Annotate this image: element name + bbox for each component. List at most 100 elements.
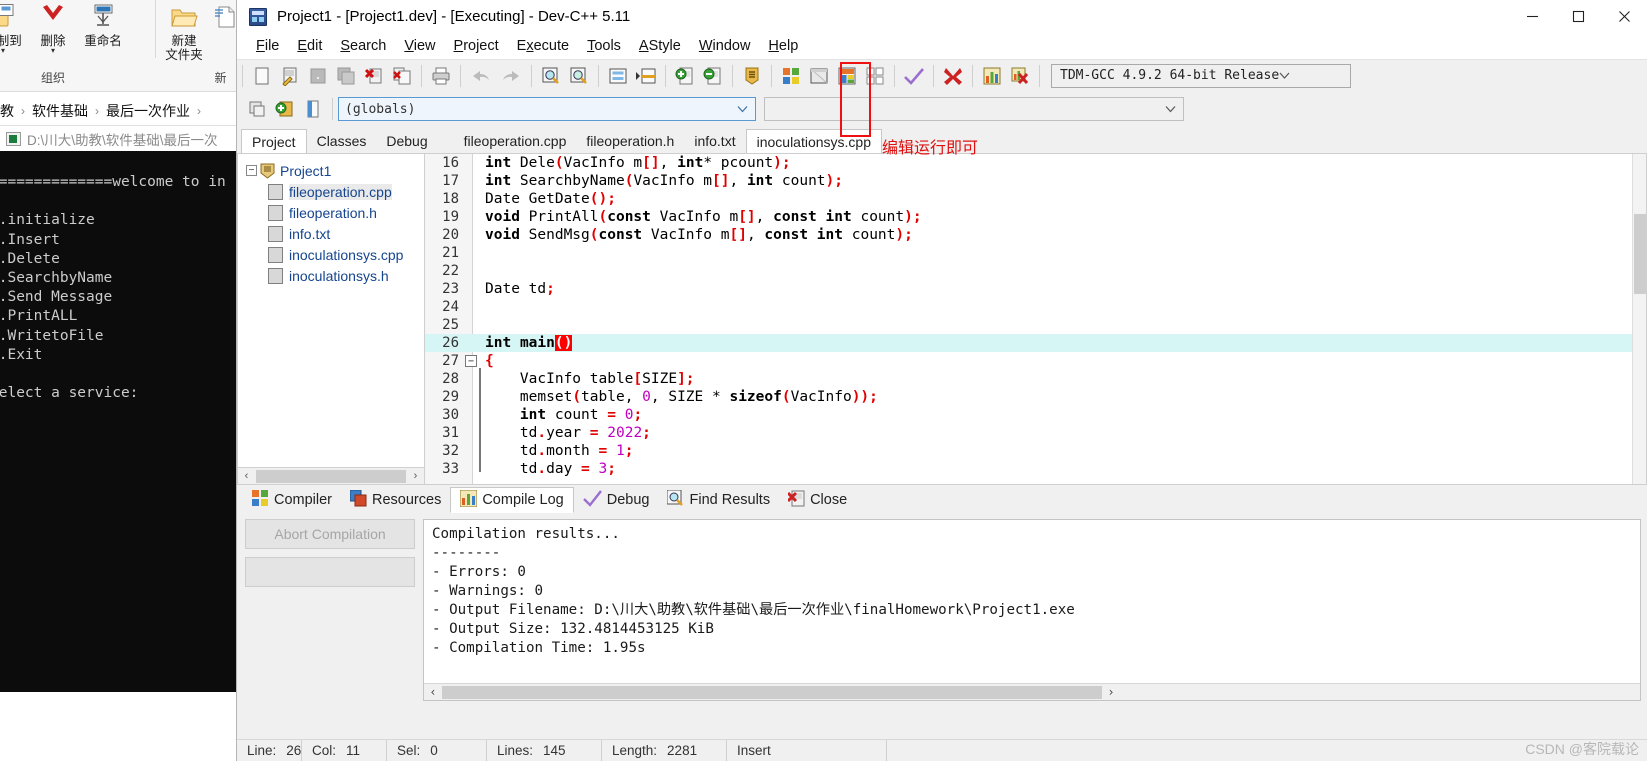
remove-from-project-icon[interactable]	[699, 63, 727, 89]
editor-tab-fileoperation-h[interactable]: fileoperation.h	[576, 129, 685, 153]
editor-tab-inoculationsys-cpp[interactable]: inoculationsys.cpp	[745, 129, 882, 153]
log-secondary-button[interactable]	[245, 557, 415, 587]
editor-code[interactable]: 16 int Dele(VacInfo m[], int* pcount); 17…	[425, 154, 1646, 484]
compiler-select[interactable]: TDM-GCC 4.9.2 64-bit Release	[1051, 63, 1351, 88]
scroll-left-arrow-icon[interactable]: ‹	[424, 683, 442, 701]
project-file-fileoperation-cpp[interactable]: fileoperation.cpp	[246, 181, 424, 202]
scroll-right-arrow-icon[interactable]: ›	[1102, 683, 1120, 701]
new-member-icon[interactable]	[271, 96, 299, 122]
replace-icon[interactable]	[565, 63, 593, 89]
open-file-icon[interactable]	[276, 63, 304, 89]
member-select[interactable]	[764, 97, 1184, 121]
project-root-node[interactable]: − Project1	[246, 160, 424, 181]
delete-button[interactable]: 删除 ▾	[28, 0, 78, 55]
project-file-inoculationsys-h[interactable]: inoculationsys.h	[246, 265, 424, 286]
devcpp-titlebar[interactable]: Project1 - [Project1.dev] - [Executing] …	[237, 0, 1647, 33]
stop-execution-icon[interactable]	[939, 63, 967, 89]
new-item-button[interactable]	[209, 0, 236, 34]
rebuild-all-icon[interactable]	[861, 63, 889, 89]
print-icon[interactable]	[427, 63, 455, 89]
menu-edit[interactable]: Edit	[288, 36, 331, 56]
breadcrumb-item-0[interactable]: 教	[0, 101, 14, 121]
log-tab-debug[interactable]: Debug	[574, 487, 659, 513]
log-tab-compile-log[interactable]: Compile Log	[450, 487, 574, 513]
goto-function-icon[interactable]	[632, 63, 660, 89]
find-icon[interactable]	[537, 63, 565, 89]
chevron-down-icon[interactable]	[1279, 68, 1290, 83]
menu-view[interactable]: View	[395, 36, 444, 56]
breadcrumb[interactable]: 教 › 软件基础 › 最后一次作业 ›	[0, 96, 236, 126]
scrollbar-thumb[interactable]	[256, 469, 406, 483]
sidebar-tab-classes[interactable]: Classes	[306, 129, 377, 153]
goto-line-icon[interactable]	[604, 63, 632, 89]
delete-profile-icon[interactable]	[1006, 63, 1034, 89]
project-tree[interactable]: − Project1 fileoperation.cpp fileoperati…	[238, 154, 424, 286]
save-all-icon[interactable]	[332, 63, 360, 89]
add-to-project-icon[interactable]	[671, 63, 699, 89]
maximize-button[interactable]	[1555, 0, 1601, 33]
copy-to-button[interactable]: 复制到 ▾	[0, 0, 28, 55]
save-file-icon[interactable]	[304, 63, 332, 89]
project-options-icon[interactable]	[738, 63, 766, 89]
compile-icon[interactable]	[777, 63, 805, 89]
scroll-right-arrow-icon[interactable]: ›	[407, 470, 424, 482]
project-file-inoculationsys-cpp[interactable]: inoculationsys.cpp	[246, 244, 424, 265]
log-tab-close[interactable]: Close	[779, 487, 856, 513]
sidebar-tab-debug[interactable]: Debug	[376, 129, 438, 153]
menu-tools[interactable]: Tools	[578, 36, 630, 56]
fold-collapse-icon[interactable]: −	[465, 355, 477, 367]
new-file-icon[interactable]	[248, 63, 276, 89]
project-file-info-txt[interactable]: info.txt	[246, 223, 424, 244]
log-tabs[interactable]: Compiler Resources Compile Log Debug Fin…	[237, 485, 1647, 513]
chevron-down-icon[interactable]	[737, 102, 748, 117]
compile-and-run-icon[interactable]	[833, 63, 861, 89]
log-hscrollbar[interactable]: ‹ ›	[424, 683, 1640, 700]
compile-log-output[interactable]: Compilation results... -------- - Errors…	[423, 519, 1641, 701]
close-button[interactable]	[1601, 0, 1647, 33]
rename-button[interactable]: 重命名	[78, 0, 128, 48]
menu-file[interactable]: FFileile	[247, 36, 288, 56]
close-file-icon[interactable]	[360, 63, 388, 89]
scroll-left-arrow-icon[interactable]: ‹	[238, 470, 255, 482]
scrollbar-thumb[interactable]	[1634, 214, 1646, 294]
editor-tab-fileoperation-cpp[interactable]: fileoperation.cpp	[453, 129, 577, 153]
project-file-fileoperation-h[interactable]: fileoperation.h	[246, 202, 424, 223]
menu-search[interactable]: Search	[331, 36, 395, 56]
log-tab-find-results[interactable]: Find Results	[658, 487, 779, 513]
close-all-icon[interactable]	[388, 63, 416, 89]
menubar[interactable]: FFileile Edit Search View Project Execut…	[237, 33, 1647, 59]
breadcrumb-item-2[interactable]: 最后一次作业	[106, 101, 190, 121]
new-class-icon[interactable]	[243, 96, 271, 122]
main-toolbar[interactable]: TDM-GCC 4.9.2 64-bit Release	[237, 59, 1647, 91]
minimize-button[interactable]	[1509, 0, 1555, 33]
sidebar-tab-project[interactable]: Project	[241, 129, 307, 153]
project-panel[interactable]: − Project1 fileoperation.cpp fileoperati…	[237, 153, 425, 485]
redo-icon[interactable]	[496, 63, 526, 89]
menu-execute[interactable]: Execute	[508, 36, 578, 56]
scrollbar-thumb[interactable]	[442, 685, 1102, 699]
editor-vscrollbar[interactable]	[1632, 154, 1646, 484]
class-browser-toolbar[interactable]: (globals)	[237, 91, 1647, 127]
menu-project[interactable]: Project	[445, 36, 508, 56]
menu-astyle[interactable]: AStyle	[630, 36, 690, 56]
console-titlebar[interactable]: D:\川大\助教\软件基础\最后一次	[0, 127, 236, 151]
log-tab-compiler[interactable]: Compiler	[243, 487, 341, 513]
editor-tab-info-txt[interactable]: info.txt	[684, 129, 746, 153]
new-folder-button[interactable]: 新建 文件夹	[159, 0, 209, 62]
console-window[interactable]: ==============welcome to in 1.initialize…	[0, 151, 236, 692]
chevron-down-icon[interactable]: ▾	[51, 47, 55, 55]
chevron-down-icon[interactable]: ▾	[1, 47, 5, 55]
log-tab-resources[interactable]: Resources	[341, 487, 450, 513]
menu-window[interactable]: Window	[690, 36, 760, 56]
run-icon[interactable]	[805, 63, 833, 89]
undo-icon[interactable]	[466, 63, 496, 89]
code-editor[interactable]: 16 int Dele(VacInfo m[], int* pcount); 17…	[425, 153, 1647, 485]
breadcrumb-item-1[interactable]: 软件基础	[32, 101, 88, 121]
abort-compilation-button[interactable]: Abort Compilation	[245, 519, 415, 549]
chevron-down-icon[interactable]	[1165, 102, 1176, 117]
scope-select[interactable]: (globals)	[338, 97, 756, 121]
project-panel-hscrollbar[interactable]: ‹ ›	[238, 467, 424, 484]
profile-icon[interactable]	[978, 63, 1006, 89]
menu-help[interactable]: Help	[759, 36, 807, 56]
collapse-expander-icon[interactable]: −	[246, 165, 257, 176]
